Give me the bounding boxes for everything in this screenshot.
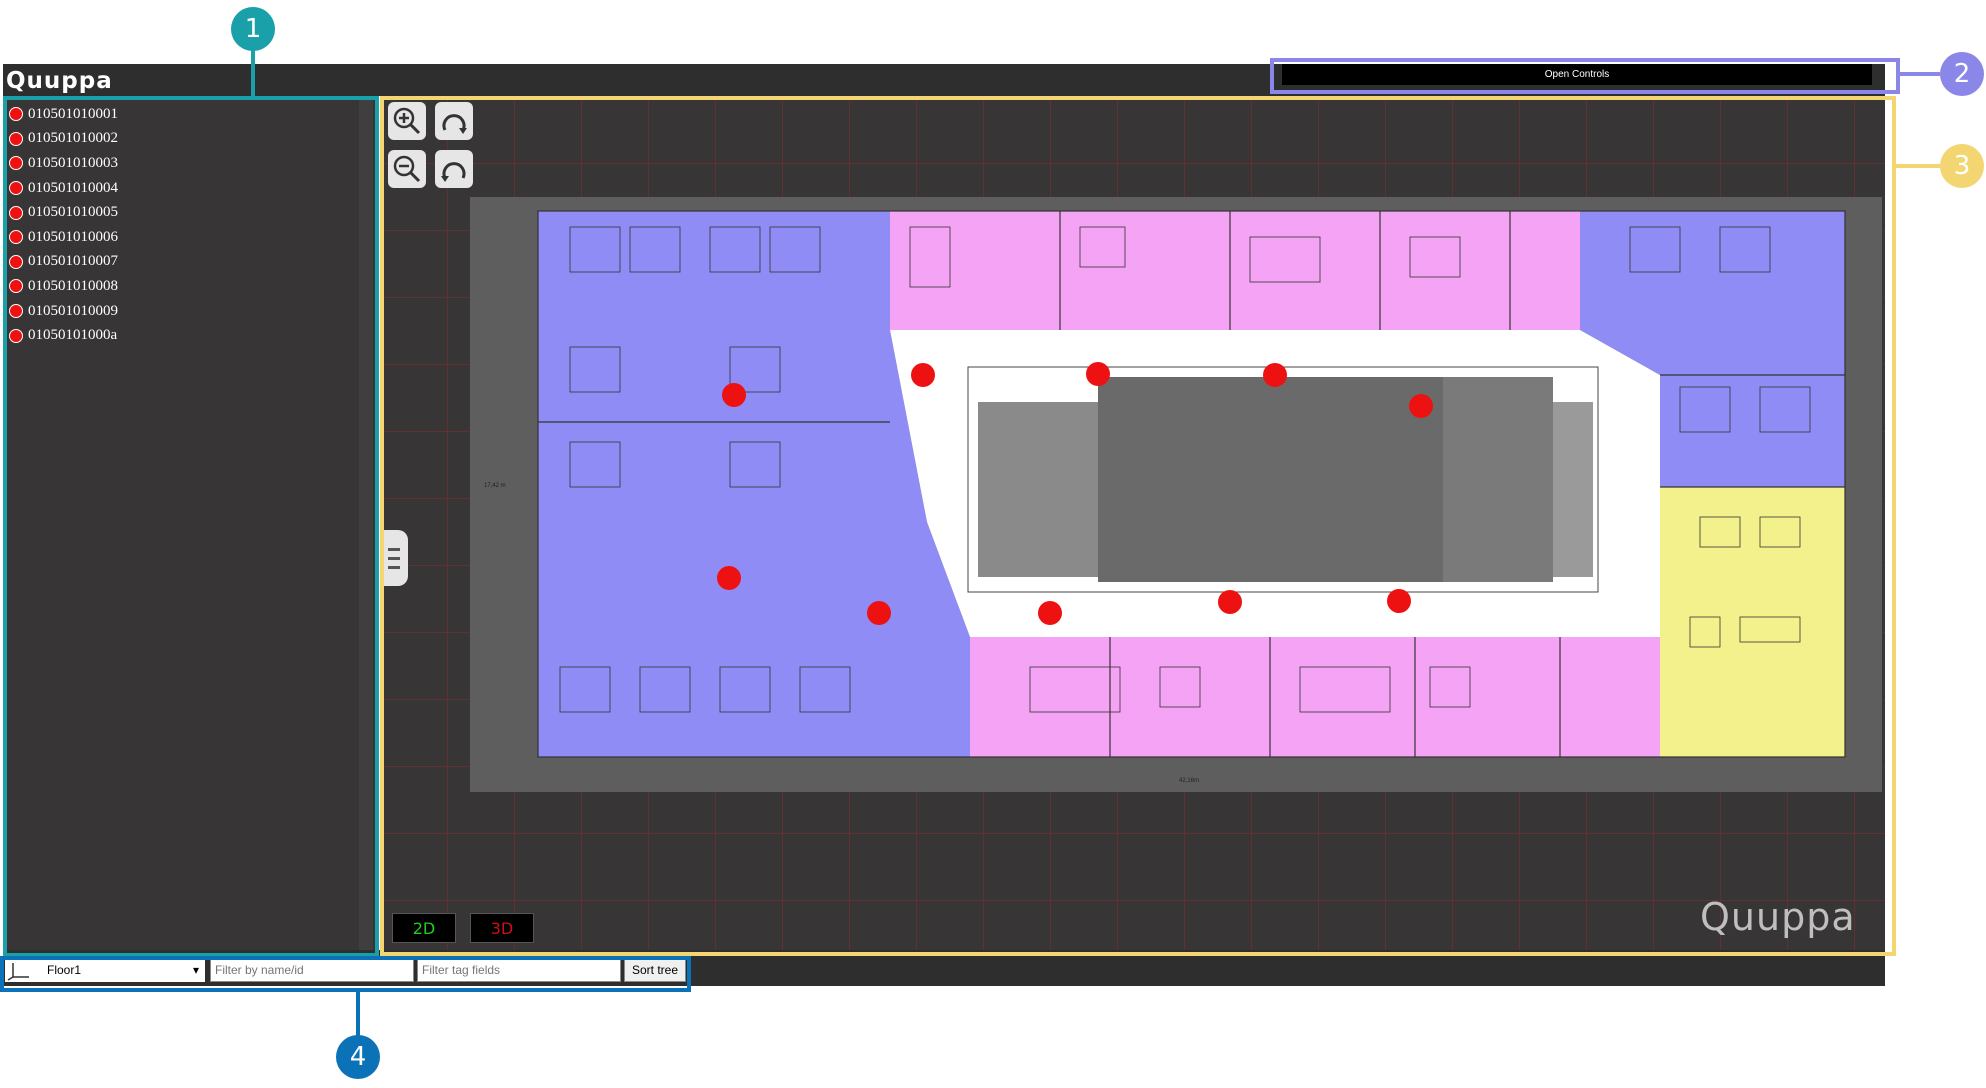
callout-1-connector [251, 50, 255, 96]
callout-2-connector [1900, 72, 1940, 76]
highlight-box-1 [3, 96, 379, 957]
highlight-box-4 [0, 956, 691, 992]
callout-badge-2: 2 [1940, 52, 1984, 96]
callout-badge-3: 3 [1940, 144, 1984, 188]
quuppa-logo: Quuppa [6, 68, 113, 94]
callout-badge-4: 4 [336, 1035, 380, 1079]
callout-badge-1: 1 [231, 7, 275, 51]
highlight-box-3 [380, 96, 1896, 956]
callout-3-connector [1896, 164, 1940, 168]
highlight-box-2 [1270, 58, 1900, 94]
